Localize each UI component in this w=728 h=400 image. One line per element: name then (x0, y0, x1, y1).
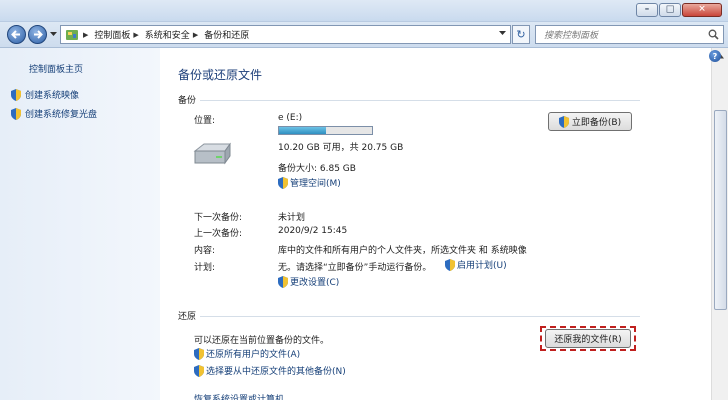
uac-shield-icon (11, 107, 21, 120)
refresh-button[interactable]: ↻ (512, 25, 530, 44)
vertical-scrollbar[interactable] (711, 48, 728, 400)
sidebar-item-label: 创建系统修复光盘 (25, 110, 98, 120)
location-label: 位置: (194, 116, 216, 126)
uac-shield-icon (278, 176, 288, 189)
recover-system-link[interactable]: 恢复系统设置或计算机 (194, 392, 284, 400)
backup-size: 备份大小: 6.85 GB (278, 164, 356, 174)
create-repair-disc-link[interactable]: 创建系统修复光盘 (11, 107, 97, 120)
contents-value: 库中的文件和所有用户的个人文件夹，所选文件夹 和 系统映像 (278, 246, 527, 256)
address-bar[interactable]: ▶ 控制面板 ▶ 系统和安全 ▶ 备份和还原 (60, 25, 511, 44)
uac-shield-icon (11, 88, 21, 101)
change-settings-link[interactable]: 更改设置(C) (278, 275, 339, 288)
search-input[interactable]: 搜索控制面板 (535, 25, 724, 44)
uac-shield-icon (558, 115, 569, 128)
breadcrumb-separator[interactable]: ▶ (83, 31, 88, 39)
search-icon (708, 29, 719, 40)
next-backup-label: 下一次备份: (194, 213, 243, 223)
forward-arrow-icon (34, 30, 43, 39)
close-button[interactable]: ✕ (682, 3, 722, 17)
scroll-thumb[interactable] (714, 110, 727, 310)
search-placeholder: 搜索控制面板 (544, 31, 599, 41)
drive-usage-fill (279, 127, 327, 134)
recover-system-label: 恢复系统设置或计算机 (194, 395, 285, 400)
backup-now-label: 立即备份(B) (571, 118, 622, 128)
restore-my-files-label: 还原我的文件(R) (554, 335, 622, 345)
restore-my-files-button[interactable]: 还原我的文件(R) (545, 329, 631, 348)
select-other-backup-link[interactable]: 选择要从中还原文件的其他备份(N) (194, 364, 346, 377)
divider (200, 316, 640, 317)
last-backup-value: 2020/9/2 15:45 (278, 226, 348, 236)
uac-shield-icon (445, 258, 455, 271)
restore-description: 可以还原在当前位置备份的文件。 (194, 336, 330, 346)
next-backup-value: 未计划 (278, 213, 306, 223)
last-backup-label: 上一次备份: (194, 229, 243, 239)
control-panel-icon (66, 29, 78, 40)
minimize-icon: – (644, 4, 650, 15)
window-controls: – □ ✕ (635, 3, 722, 17)
back-arrow-icon (11, 30, 20, 39)
navigation-bar: ▶ 控制面板 ▶ 系统和安全 ▶ 备份和还原 ↻ 搜索控制面板 (0, 22, 728, 48)
page-title: 备份或还原文件 (178, 68, 263, 82)
control-panel-home-link[interactable]: 控制面板主页 (29, 62, 83, 75)
divider (200, 100, 640, 101)
enable-schedule-link[interactable]: 启用计划(U) (445, 258, 507, 271)
uac-shield-icon (194, 364, 204, 377)
enable-schedule-label: 启用计划(U) (457, 261, 507, 271)
hard-drive-icon (193, 142, 231, 165)
forward-button[interactable] (28, 25, 47, 44)
backup-section-header: 备份 (178, 96, 197, 106)
maximize-icon: □ (665, 4, 675, 15)
drive-usage-bar (278, 126, 373, 135)
back-button[interactable] (7, 25, 26, 44)
maximize-button[interactable]: □ (659, 3, 681, 17)
contents-label: 内容: (194, 246, 216, 256)
refresh-icon: ↻ (516, 28, 526, 41)
close-icon: ✕ (698, 4, 706, 15)
backup-now-button[interactable]: 立即备份(B) (548, 112, 632, 131)
breadcrumb-separator[interactable]: ▶ (193, 31, 198, 39)
address-dropdown-icon[interactable] (499, 31, 506, 36)
change-settings-label: 更改设置(C) (290, 278, 340, 288)
recent-pages-dropdown-icon[interactable] (50, 32, 57, 37)
window-title-bar: – □ ✕ (0, 0, 728, 22)
manage-space-link[interactable]: 管理空间(M) (278, 176, 341, 189)
help-button[interactable]: ? (709, 50, 721, 62)
minimize-button[interactable]: – (636, 3, 658, 17)
restore-all-users-link[interactable]: 还原所有用户的文件(A) (194, 347, 300, 360)
select-other-backup-label: 选择要从中还原文件的其他备份(N) (206, 367, 346, 377)
schedule-label: 计划: (194, 263, 216, 273)
help-icon: ? (712, 51, 718, 61)
breadcrumb-backup-restore[interactable]: 备份和还原 (204, 28, 249, 41)
schedule-value: 无。请选择“立即备份”手动运行备份。 (278, 263, 432, 273)
left-task-panel: 控制面板主页 创建系统映像 创建系统修复光盘 (0, 48, 160, 400)
breadcrumb-control-panel[interactable]: 控制面板 (94, 28, 130, 41)
drive-free-space: 10.20 GB 可用，共 20.75 GB (278, 143, 404, 153)
uac-shield-icon (278, 275, 288, 288)
breadcrumb-system-security[interactable]: 系统和安全 (145, 28, 190, 41)
breadcrumb-separator[interactable]: ▶ (133, 31, 138, 39)
manage-space-label: 管理空间(M) (290, 179, 341, 189)
sidebar-item-label: 创建系统映像 (25, 91, 80, 101)
uac-shield-icon (194, 347, 204, 360)
restore-all-users-label: 还原所有用户的文件(A) (206, 350, 301, 360)
restore-section-header: 还原 (178, 312, 197, 322)
create-system-image-link[interactable]: 创建系统映像 (11, 88, 79, 101)
backup-drive-name: e (E:) (278, 113, 303, 123)
